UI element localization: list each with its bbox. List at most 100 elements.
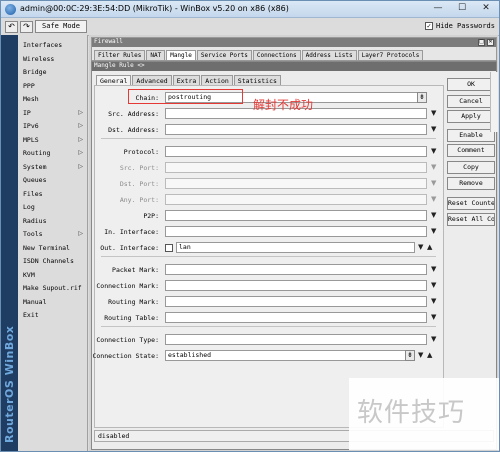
menu-item-exit[interactable]: Exit bbox=[18, 310, 88, 322]
hide-passwords-toggle[interactable]: ✓ Hide Passwords bbox=[424, 22, 495, 30]
routing-mark-field[interactable] bbox=[165, 296, 427, 307]
packet-mark-field[interactable] bbox=[165, 264, 427, 275]
p2p-expand-icon[interactable]: ▼ bbox=[431, 211, 436, 219]
undo-button[interactable]: ↶ bbox=[5, 21, 18, 33]
menu-item-log[interactable]: Log bbox=[18, 202, 88, 214]
protocol-field[interactable] bbox=[165, 146, 427, 157]
cancel-button[interactable]: Cancel bbox=[447, 95, 495, 108]
copy-button[interactable]: Copy bbox=[447, 161, 495, 174]
dst-address-expand-icon[interactable]: ▼ bbox=[431, 125, 436, 133]
menu-item-ppp[interactable]: PPP bbox=[18, 81, 88, 93]
out-interface-remove-icon[interactable]: ▼ bbox=[418, 243, 423, 251]
sideband-brand-text: RouterOS WinBox bbox=[3, 325, 16, 443]
toolbar: ↶ ↷ Safe Mode ✓ Hide Passwords bbox=[1, 18, 499, 36]
menu-item-make-supout-rif[interactable]: Make Supout.rif bbox=[18, 283, 88, 295]
firewall-tab-mangle[interactable]: Mangle bbox=[166, 50, 196, 60]
connection-state-add-icon[interactable]: ▲ bbox=[427, 351, 432, 359]
menu-item-bridge[interactable]: Bridge bbox=[18, 67, 88, 79]
menu-item-label: System bbox=[23, 163, 47, 171]
firewall-title: Firewall bbox=[92, 38, 496, 47]
menu-item-system[interactable]: System ▷ bbox=[18, 162, 88, 174]
out-interface-field[interactable]: lan bbox=[176, 242, 415, 253]
menu-item-ip[interactable]: IP ▷ bbox=[18, 108, 88, 120]
out-interface-add-icon[interactable]: ▲ bbox=[427, 243, 432, 251]
in-interface-field[interactable] bbox=[165, 226, 427, 237]
menu-item-radius[interactable]: Radius bbox=[18, 216, 88, 228]
hide-passwords-checkbox[interactable]: ✓ bbox=[424, 22, 433, 30]
menu-item-label: Wireless bbox=[23, 55, 55, 63]
menu-item-routing[interactable]: Routing ▷ bbox=[18, 148, 88, 160]
menu-item-ipv6[interactable]: IPv6 ▷ bbox=[18, 121, 88, 133]
menu-item-new-terminal[interactable]: New Terminal bbox=[18, 243, 88, 255]
general-form: Chain: postrouting ⇟ Src. Address: ▼ Dst. Add… bbox=[92, 85, 444, 428]
apply-button[interactable]: Apply bbox=[447, 110, 495, 123]
menu-item-queues[interactable]: Queues bbox=[18, 175, 88, 187]
in-interface-expand-icon[interactable]: ▼ bbox=[431, 227, 436, 235]
menu-item-tools[interactable]: Tools ▷ bbox=[18, 229, 88, 241]
dst-address-label: Dst. Address: bbox=[108, 126, 159, 134]
out-interface-negate-checkbox[interactable] bbox=[165, 244, 173, 252]
reset-counters-button[interactable]: Reset Counters bbox=[447, 197, 495, 210]
dst-port-field bbox=[165, 178, 427, 189]
packet-mark-expand-icon[interactable]: ▼ bbox=[431, 265, 436, 273]
mangle-rule-title: Mangle Rule <> bbox=[92, 62, 496, 71]
p2p-field[interactable] bbox=[165, 210, 427, 221]
connection-state-field[interactable]: established bbox=[165, 350, 415, 361]
connection-mark-expand-icon[interactable]: ▼ bbox=[431, 281, 436, 289]
menu-item-files[interactable]: Files bbox=[18, 189, 88, 201]
menu-item-mpls[interactable]: MPLS ▷ bbox=[18, 135, 88, 147]
menu-item-label: Make Supout.rif bbox=[23, 284, 82, 292]
firewall-tab-address-lists[interactable]: Address Lists bbox=[301, 50, 357, 60]
safe-mode-button[interactable]: Safe Mode bbox=[35, 20, 87, 33]
menu-item-interfaces[interactable]: Interfaces bbox=[18, 40, 88, 52]
firewall-tab-connections[interactable]: Connections bbox=[252, 50, 301, 60]
ok-button[interactable]: OK bbox=[447, 78, 495, 91]
dst-port-label: Dst. Port: bbox=[119, 180, 159, 188]
comment-button[interactable]: Comment bbox=[447, 144, 495, 157]
firewall-close-button[interactable]: ✕ bbox=[487, 39, 494, 46]
submenu-arrow-icon: ▷ bbox=[78, 136, 83, 143]
connection-state-dropdown-icon[interactable]: ⇟ bbox=[405, 350, 415, 361]
menu-item-manual[interactable]: Manual bbox=[18, 297, 88, 309]
routing-table-label: Routing Table: bbox=[104, 314, 159, 322]
connection-state-remove-icon[interactable]: ▼ bbox=[418, 351, 423, 359]
routing-mark-expand-icon[interactable]: ▼ bbox=[431, 297, 436, 305]
firewall-tab-layer7-protocols[interactable]: Layer7 Protocols bbox=[357, 50, 424, 60]
connection-mark-field[interactable] bbox=[165, 280, 427, 291]
src-port-field bbox=[165, 162, 427, 173]
enable-button[interactable]: Enable bbox=[447, 129, 495, 142]
src-port-label: Src. Port: bbox=[119, 164, 159, 172]
close-button[interactable]: ✕ bbox=[477, 3, 495, 15]
menu-item-wireless[interactable]: Wireless bbox=[18, 54, 88, 66]
minimize-button[interactable]: — bbox=[429, 3, 447, 15]
protocol-expand-icon[interactable]: ▼ bbox=[431, 147, 436, 155]
routing-table-field[interactable] bbox=[165, 312, 427, 323]
menu-item-kvm[interactable]: KVM bbox=[18, 270, 88, 282]
menu-item-label: Tools bbox=[23, 230, 43, 238]
connection-type-expand-icon[interactable]: ▼ bbox=[431, 335, 436, 343]
menu-item-label: Interfaces bbox=[23, 41, 63, 49]
connection-type-field[interactable] bbox=[165, 334, 427, 345]
menu-item-mesh[interactable]: Mesh bbox=[18, 94, 88, 106]
title-bar: admin@00:0C:29:3E:54:DD (MikroTik) - Win… bbox=[1, 1, 499, 18]
submenu-arrow-icon: ▷ bbox=[78, 122, 83, 129]
menu-item-label: Bridge bbox=[23, 68, 47, 76]
dst-address-field[interactable] bbox=[165, 124, 427, 135]
redo-button[interactable]: ↷ bbox=[20, 21, 33, 33]
remove-button[interactable]: Remove bbox=[447, 177, 495, 190]
maximize-button[interactable]: ☐ bbox=[453, 3, 471, 15]
firewall-tab-filter-rules[interactable]: Filter Rules bbox=[94, 50, 146, 60]
src-address-expand-icon[interactable]: ▼ bbox=[431, 109, 436, 117]
routing-table-expand-icon[interactable]: ▼ bbox=[431, 313, 436, 321]
chain-dropdown-icon[interactable]: ⇟ bbox=[417, 92, 427, 103]
scrollbar[interactable] bbox=[490, 72, 498, 132]
reset-all-counters-button[interactable]: Reset All Counters bbox=[447, 213, 495, 226]
firewall-restore-button[interactable]: □ bbox=[478, 39, 485, 46]
menu-item-isdn-channels[interactable]: ISDN Channels bbox=[18, 256, 88, 268]
chain-highlight-box bbox=[128, 89, 243, 104]
in-interface-label: In. Interface: bbox=[104, 228, 159, 236]
firewall-tab-nat[interactable]: NAT bbox=[146, 50, 166, 60]
section-divider bbox=[101, 326, 436, 327]
firewall-tab-service-ports[interactable]: Service Ports bbox=[196, 50, 252, 60]
menu-item-label: MPLS bbox=[23, 136, 39, 144]
